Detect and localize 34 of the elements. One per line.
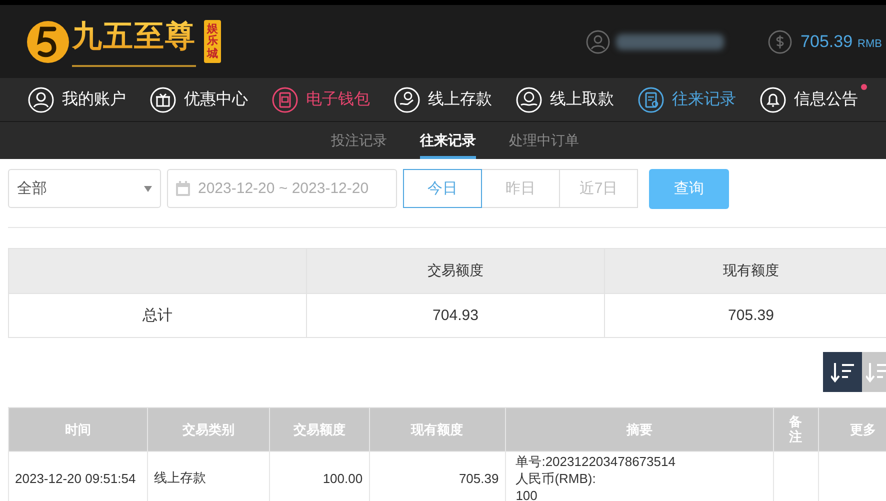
nav-link[interactable]: 我的账户: [62, 86, 126, 112]
nav-link[interactable]: 往来记录: [672, 86, 736, 112]
dollar-icon: [768, 30, 792, 54]
wallet-icon: [272, 86, 298, 112]
caret-icon: [144, 186, 152, 192]
row-label: 总计: [8, 294, 306, 338]
user-icon: [28, 86, 54, 112]
balance-amount: 705.39: [800, 32, 853, 52]
sub-tab[interactable]: 投注记录: [331, 122, 387, 159]
table-cell: 2023-12-20 09:51:54: [8, 452, 148, 501]
logo-badge: 娱乐城: [204, 20, 221, 63]
nav-link[interactable]: 电子钱包: [306, 86, 370, 112]
column-header: 现有额度: [604, 248, 886, 294]
currency-label: RMB: [858, 38, 882, 50]
sort-descending-icon: [866, 361, 886, 383]
calendar-icon: [176, 181, 190, 196]
nav-link[interactable]: 优惠中心: [184, 86, 248, 112]
nav-link[interactable]: 线上取款: [550, 86, 614, 112]
gift-icon: [150, 86, 176, 112]
sub-tab[interactable]: 处理中订单: [509, 122, 579, 159]
date-range-value: 2023-12-20 ~ 2023-12-20: [198, 180, 369, 197]
sort-button[interactable]: [823, 352, 862, 392]
nav-link[interactable]: 线上存款: [428, 86, 492, 112]
logo-icon: [26, 20, 70, 64]
type-select[interactable]: 全部: [8, 169, 161, 208]
nav-link[interactable]: 信息公告: [794, 86, 858, 112]
record-icon: [638, 86, 664, 112]
date-range-tab[interactable]: 今日: [403, 169, 482, 208]
bell-icon: [760, 86, 786, 112]
column-header: 交易额度: [306, 248, 604, 294]
table-cell: 704.93: [306, 294, 604, 338]
sub-tab[interactable]: 往来记录: [420, 122, 476, 159]
user-icon: [586, 30, 610, 54]
sort-descending-icon: [830, 361, 854, 383]
